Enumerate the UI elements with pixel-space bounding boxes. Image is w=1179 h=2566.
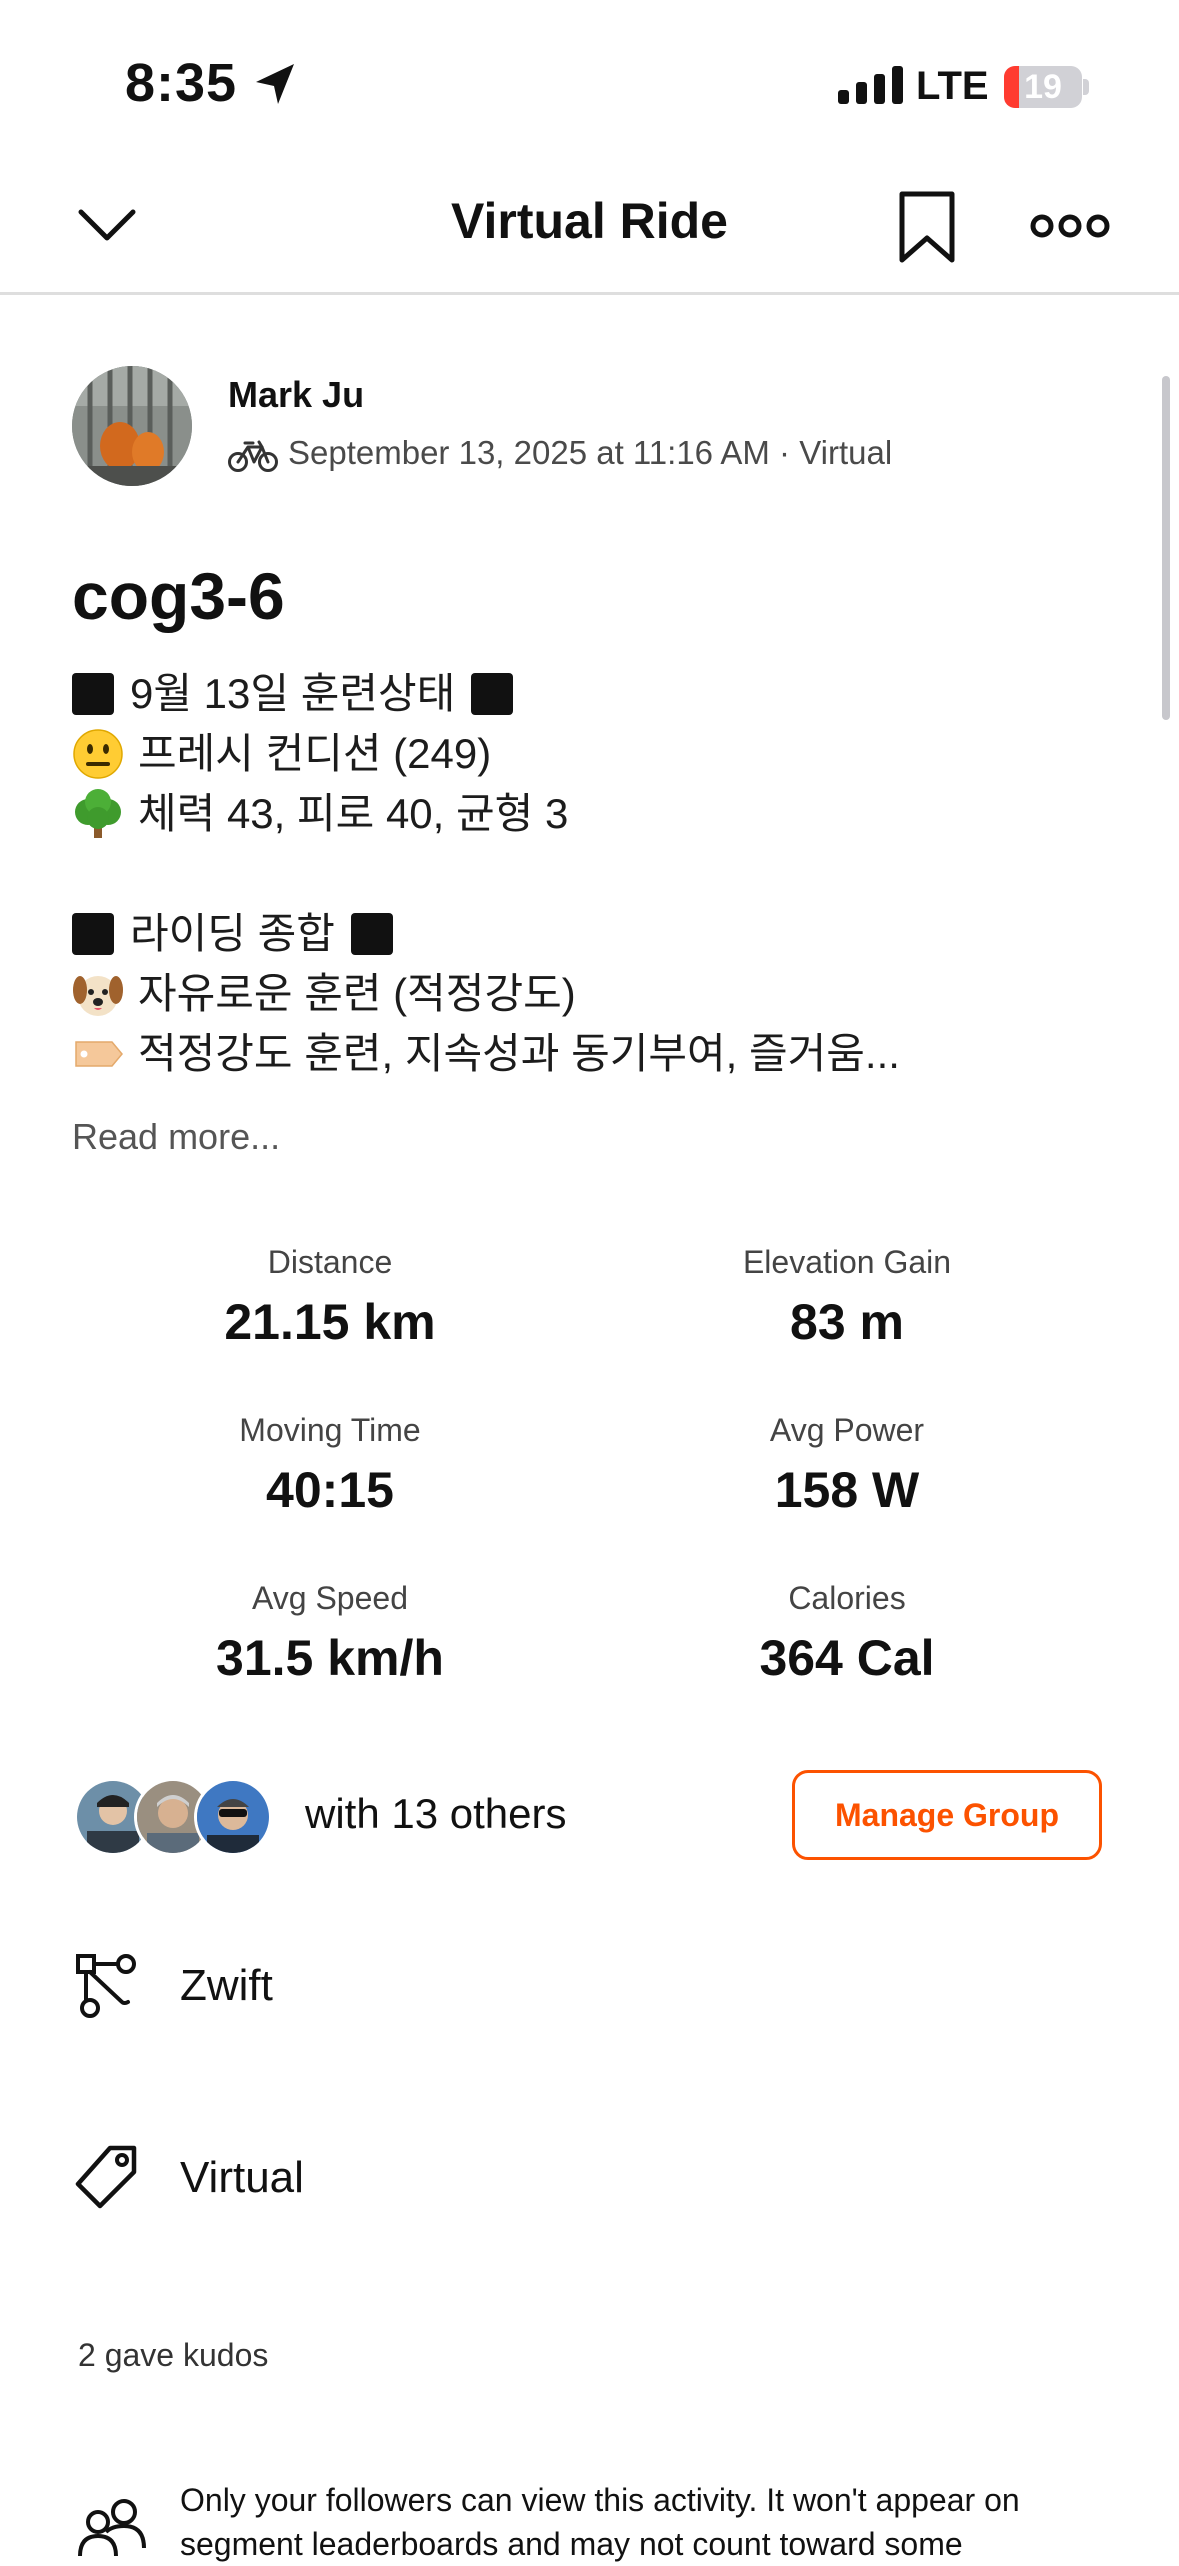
stat-value: 83 m <box>790 1294 904 1350</box>
stat-label: Elevation Gain <box>742 1244 952 1280</box>
description-line: 자유로운 훈련 (적정강도) <box>72 964 1112 1024</box>
description-line: 체력 43, 피로 40, 균형 3 <box>72 784 1112 844</box>
stat-value: 31.5 km/h <box>216 1630 444 1686</box>
description-text: 체력 43, 피로 40, 균형 3 <box>138 790 569 837</box>
black-square-icon <box>72 673 114 715</box>
description-text: 9월 13일 훈련상태 <box>130 670 456 717</box>
stat-value: 40:15 <box>266 1462 394 1518</box>
followers-icon <box>78 2499 146 2556</box>
stat-avg-power: Avg Power 158 W <box>587 1412 1107 1519</box>
description-line: 9월 13일 훈련상태 <box>72 664 1112 724</box>
device-row[interactable]: Zwift <box>70 1950 273 2022</box>
description-text: 프레시 컨디션 (249) <box>138 730 492 777</box>
tag-icon <box>75 2145 137 2209</box>
dog-face-icon <box>73 976 123 1016</box>
description-line: 프레시 컨디션 (249) <box>72 724 1112 784</box>
device-connection-icon <box>76 1954 136 2018</box>
signal-icon <box>838 66 903 104</box>
nav-divider <box>0 292 1179 295</box>
stat-avg-speed: Avg Speed 31.5 km/h <box>70 1580 590 1687</box>
kudos-count[interactable]: 2 gave kudos <box>78 2337 268 2374</box>
activity-title: cog3-6 <box>72 559 285 633</box>
group-members-text[interactable]: with 13 others <box>305 1790 566 1838</box>
privacy-notice: Only your followers can view this activi… <box>180 2482 1020 2562</box>
stat-elevation: Elevation Gain 83 m <box>587 1244 1107 1351</box>
bookmark-icon[interactable] <box>896 190 958 264</box>
read-more-link[interactable]: Read more... <box>72 1116 280 1158</box>
stat-label: Calories <box>788 1580 906 1616</box>
stat-label: Avg Power <box>769 1412 925 1448</box>
black-square-icon <box>471 673 514 715</box>
page-title: Virtual Ride <box>451 193 728 249</box>
stat-value: 21.15 km <box>224 1294 436 1350</box>
tag-row[interactable]: Virtual <box>70 2142 304 2214</box>
battery-icon: 19 <box>1004 66 1082 108</box>
bike-icon <box>228 440 278 472</box>
stat-value: 158 W <box>774 1462 920 1518</box>
battery-tip <box>1083 79 1089 95</box>
more-options-icon[interactable] <box>1030 206 1110 246</box>
author-name[interactable]: Mark Ju <box>228 374 364 416</box>
battery-level: 19 <box>1024 68 1062 106</box>
stat-label: Distance <box>267 1244 393 1280</box>
description-text: 적정강도 훈련, 지속성과 동기부여, 즐거움... <box>138 1030 900 1077</box>
manage-group-button[interactable]: Manage Group <box>792 1770 1102 1860</box>
stat-label: Moving Time <box>239 1412 421 1448</box>
neutral-face-icon <box>73 729 123 779</box>
description-text: 자유로운 훈련 (적정강도) <box>138 970 576 1017</box>
activity-description: 9월 13일 훈련상태 프레시 컨디션 (249) 체력 43, 피로 40, … <box>72 664 1112 1084</box>
author-avatar[interactable] <box>72 366 192 486</box>
location-arrow-icon <box>256 64 294 104</box>
stat-distance: Distance 21.15 km <box>70 1244 590 1351</box>
status-time: 8:35 <box>125 53 238 113</box>
description-line: 라이딩 종합 <box>72 904 1112 964</box>
activity-meta: September 13, 2025 at 11:16 AM · Virtual <box>288 434 893 471</box>
description-text: 라이딩 종합 <box>130 910 335 957</box>
black-square-icon <box>350 913 393 955</box>
stat-label: Avg Speed <box>252 1580 408 1616</box>
black-square-icon <box>72 913 114 955</box>
stat-calories: Calories 364 Cal <box>587 1580 1107 1687</box>
stat-moving-time: Moving Time 40:15 <box>70 1412 590 1519</box>
scrollbar[interactable] <box>1162 376 1170 720</box>
tag-label: Virtual <box>180 2153 304 2202</box>
group-member-avatar[interactable] <box>194 1778 272 1856</box>
stat-value: 364 Cal <box>759 1630 935 1686</box>
description-line: 적정강도 훈련, 지속성과 동기부여, 즐거움... <box>72 1024 1112 1084</box>
label-tag-icon <box>75 1041 123 1067</box>
device-label: Zwift <box>180 1961 273 2010</box>
network-label: LTE <box>916 64 989 108</box>
tree-icon <box>75 789 121 838</box>
